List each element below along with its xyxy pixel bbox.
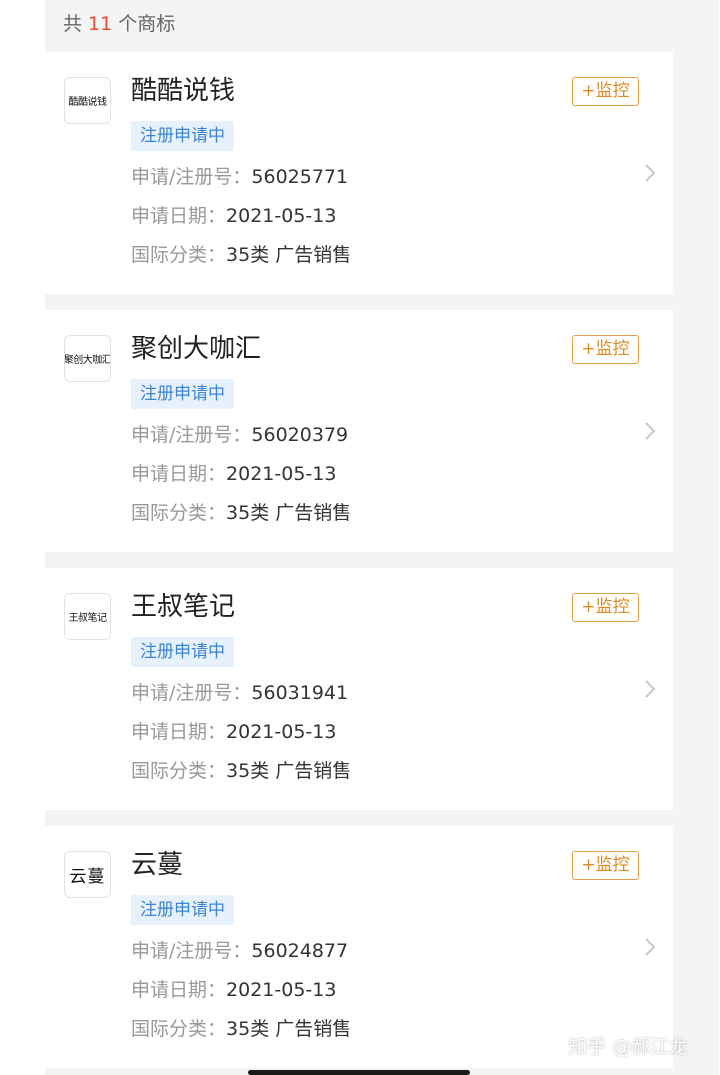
trademark-card[interactable]: 聚创大咖汇 聚创大咖汇 注册申请中 申请/注册号：56020379 申请日期：2… bbox=[45, 310, 673, 552]
international-class-label: 国际分类： bbox=[131, 244, 227, 266]
application-date: 2021-05-13 bbox=[226, 979, 337, 1001]
application-date-label: 申请日期： bbox=[131, 979, 227, 1001]
application-date-label: 申请日期： bbox=[131, 205, 227, 227]
international-class-label: 国际分类： bbox=[131, 760, 227, 782]
international-class: 35类 广告销售 bbox=[226, 760, 352, 782]
application-date-label: 申请日期： bbox=[131, 463, 227, 485]
trademark-name: 聚创大咖汇 bbox=[131, 334, 262, 364]
registration-number-label: 申请/注册号： bbox=[131, 166, 252, 188]
international-class: 35类 广告销售 bbox=[226, 502, 352, 524]
application-date-row: 申请日期：2021-05-13 bbox=[131, 719, 336, 745]
trademark-count: 11 bbox=[88, 13, 113, 35]
application-date-row: 申请日期：2021-05-13 bbox=[131, 461, 336, 487]
registration-number: 56020379 bbox=[251, 424, 349, 446]
trademark-card[interactable]: 王叔笔记 王叔笔记 注册申请中 申请/注册号：56031941 申请日期：202… bbox=[45, 568, 673, 810]
chevron-right-icon[interactable] bbox=[643, 936, 657, 958]
registration-number: 56025771 bbox=[251, 166, 349, 188]
international-class-label: 国际分类： bbox=[131, 502, 227, 524]
chevron-right-icon[interactable] bbox=[643, 162, 657, 184]
application-date-row: 申请日期：2021-05-13 bbox=[131, 203, 336, 229]
registration-number-label: 申请/注册号： bbox=[131, 940, 252, 962]
registration-number-row: 申请/注册号：56020379 bbox=[131, 422, 348, 448]
application-date: 2021-05-13 bbox=[226, 721, 337, 743]
trademark-name: 王叔笔记 bbox=[131, 592, 236, 622]
status-badge: 注册申请中 bbox=[131, 121, 234, 151]
application-date: 2021-05-13 bbox=[226, 205, 337, 227]
trademark-logo: 聚创大咖汇 bbox=[64, 335, 111, 382]
status-badge: 注册申请中 bbox=[131, 895, 234, 925]
trademark-logo-text: 王叔笔记 bbox=[68, 613, 108, 624]
international-class: 35类 广告销售 bbox=[226, 1018, 352, 1040]
registration-number: 56024877 bbox=[251, 940, 349, 962]
registration-number-label: 申请/注册号： bbox=[131, 424, 252, 446]
chevron-right-icon[interactable] bbox=[643, 678, 657, 700]
status-badge: 注册申请中 bbox=[131, 637, 234, 667]
registration-number-label: 申请/注册号： bbox=[131, 682, 252, 704]
international-class-row: 国际分类：35类 广告销售 bbox=[131, 1016, 351, 1042]
trademark-logo: 云蔓 bbox=[64, 851, 111, 898]
trademark-name: 云蔓 bbox=[131, 850, 184, 880]
trademark-logo: 王叔笔记 bbox=[64, 593, 111, 640]
international-class-row: 国际分类：35类 广告销售 bbox=[131, 500, 351, 526]
trademark-logo: 酷酷说钱 bbox=[64, 77, 111, 124]
registration-number-row: 申请/注册号：56024877 bbox=[131, 938, 348, 964]
trademark-count-summary: 共 11 个商标 bbox=[63, 12, 175, 36]
application-date: 2021-05-13 bbox=[226, 463, 337, 485]
application-date-label: 申请日期： bbox=[131, 721, 227, 743]
add-monitor-button[interactable]: +监控 bbox=[572, 593, 639, 622]
international-class-row: 国际分类：35类 广告销售 bbox=[131, 758, 351, 784]
add-monitor-button[interactable]: +监控 bbox=[572, 77, 639, 106]
application-date-row: 申请日期：2021-05-13 bbox=[131, 977, 336, 1003]
registration-number-row: 申请/注册号：56031941 bbox=[131, 680, 348, 706]
international-class: 35类 广告销售 bbox=[226, 244, 352, 266]
page: 共 11 个商标 酷酷说钱 酷酷说钱 注册申请中 申请/注册号：56025771 申… bbox=[0, 0, 720, 1075]
add-monitor-button[interactable]: +监控 bbox=[572, 335, 639, 364]
international-class-row: 国际分类：35类 广告销售 bbox=[131, 242, 351, 268]
registration-number: 56031941 bbox=[251, 682, 349, 704]
summary-prefix: 共 bbox=[63, 13, 83, 35]
trademark-card[interactable]: 酷酷说钱 酷酷说钱 注册申请中 申请/注册号：56025771 申请日期：202… bbox=[45, 52, 673, 294]
chevron-right-icon[interactable] bbox=[643, 420, 657, 442]
trademark-logo-text: 云蔓 bbox=[69, 867, 106, 887]
trademark-name: 酷酷说钱 bbox=[131, 76, 236, 106]
trademark-logo-text: 酷酷说钱 bbox=[68, 97, 108, 108]
registration-number-row: 申请/注册号：56025771 bbox=[131, 164, 348, 190]
trademark-logo-text: 聚创大咖汇 bbox=[64, 355, 111, 366]
home-indicator[interactable] bbox=[248, 1070, 470, 1075]
add-monitor-button[interactable]: +监控 bbox=[572, 851, 639, 880]
summary-suffix: 个商标 bbox=[118, 13, 176, 35]
zhihu-watermark: 知乎 @郝江龙 bbox=[568, 1036, 689, 1058]
status-badge: 注册申请中 bbox=[131, 379, 234, 409]
international-class-label: 国际分类： bbox=[131, 1018, 227, 1040]
